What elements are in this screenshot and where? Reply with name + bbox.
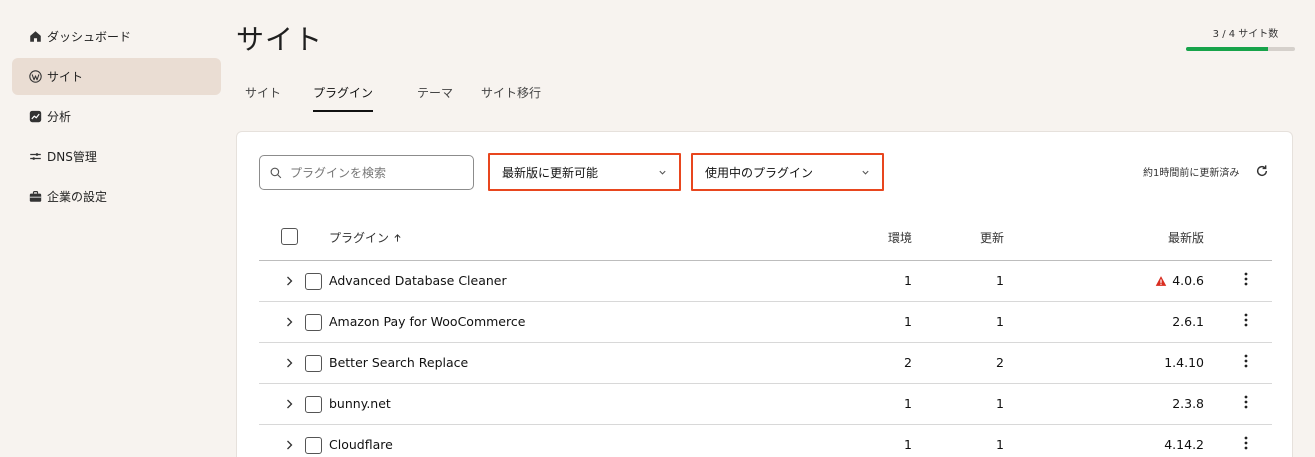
update-filter-select[interactable]: 最新版に更新可能 xyxy=(488,153,681,191)
latest-version: 4.14.2 xyxy=(1164,437,1204,452)
tab-site-migration[interactable]: サイト移行 xyxy=(472,84,550,112)
row-checkbox[interactable] xyxy=(305,437,322,454)
plugins-panel: 最新版に更新可能 使用中のプラグイン 約1時間前に更新済み プラグイン 環境 更… xyxy=(236,131,1293,457)
sidebar-item-company-settings[interactable]: 企業の設定 xyxy=(12,178,221,215)
sidebar-item-label: DNS管理 xyxy=(47,150,97,164)
latest-version: 2.6.1 xyxy=(1172,314,1204,329)
tab-sites[interactable]: サイト xyxy=(236,84,290,112)
quota-label: 3 / 4 サイト数 xyxy=(1212,29,1279,40)
more-actions-icon[interactable] xyxy=(1244,354,1248,368)
env-count: 2 xyxy=(904,355,912,370)
sort-ascending-icon xyxy=(394,234,401,242)
chevron-right-icon[interactable] xyxy=(285,439,294,451)
status-filter-value: 使用中のプラグイン xyxy=(705,165,814,180)
home-icon xyxy=(28,30,42,44)
search-icon xyxy=(270,167,282,178)
tab-plugins[interactable]: プラグイン xyxy=(304,84,382,112)
env-count: 1 xyxy=(904,437,912,452)
column-header-env: 環境 xyxy=(887,231,912,245)
table-row: Better Search Replace 2 2 1.4.10 xyxy=(259,343,1272,384)
more-actions-icon[interactable] xyxy=(1244,272,1248,286)
select-all-checkbox[interactable] xyxy=(281,228,298,245)
env-count: 1 xyxy=(904,396,912,411)
column-header-latest: 最新版 xyxy=(1167,231,1204,245)
env-count: 1 xyxy=(904,273,912,288)
refresh-icon[interactable] xyxy=(1255,164,1269,178)
row-checkbox[interactable] xyxy=(305,355,322,372)
sidebar-item-label: サイト xyxy=(47,70,84,84)
sidebar-item-label: 分析 xyxy=(47,110,72,124)
plugin-name: Better Search Replace xyxy=(329,355,469,370)
plugin-name: Advanced Database Cleaner xyxy=(329,273,507,288)
chevron-down-icon xyxy=(862,170,869,175)
plugin-name: Amazon Pay for WooCommerce xyxy=(329,314,526,329)
update-count: 1 xyxy=(996,437,1004,452)
analytics-icon xyxy=(28,110,42,124)
latest-version: 2.3.8 xyxy=(1172,396,1204,411)
update-count: 1 xyxy=(996,314,1004,329)
chevron-down-icon xyxy=(659,170,666,175)
plugin-name: bunny.net xyxy=(329,396,391,411)
chevron-right-icon[interactable] xyxy=(285,398,294,410)
chevron-right-icon[interactable] xyxy=(285,316,294,328)
plugins-table: プラグイン 環境 更新 最新版 Advanced Database Cleane… xyxy=(259,212,1272,457)
row-checkbox[interactable] xyxy=(305,273,322,290)
column-header-updates: 更新 xyxy=(979,231,1004,245)
column-header-plugin-label: プラグイン xyxy=(329,231,390,245)
sidebar-item-label: 企業の設定 xyxy=(47,190,108,204)
update-count: 1 xyxy=(996,273,1004,288)
update-count: 2 xyxy=(996,355,1004,370)
page-title: サイト xyxy=(236,23,324,56)
update-filter-value: 最新版に更新可能 xyxy=(502,165,599,180)
env-count: 1 xyxy=(904,314,912,329)
chevron-right-icon[interactable] xyxy=(285,357,294,369)
table-row: Advanced Database Cleaner 1 1 4.0.6 xyxy=(259,261,1272,302)
table-row: bunny.net 1 1 2.3.8 xyxy=(259,384,1272,425)
sidebar-item-sites[interactable]: サイト xyxy=(12,58,221,95)
row-checkbox[interactable] xyxy=(305,314,322,331)
sidebar-item-dns[interactable]: DNS管理 xyxy=(12,138,221,175)
tab-themes[interactable]: テーマ xyxy=(408,84,462,112)
latest-version-label: 4.0.6 xyxy=(1172,273,1204,288)
table-row: Amazon Pay for WooCommerce 1 1 2.6.1 xyxy=(259,302,1272,343)
search-box xyxy=(259,155,474,190)
chevron-right-icon[interactable] xyxy=(285,275,294,287)
sidebar-item-analytics[interactable]: 分析 xyxy=(12,98,221,135)
latest-version: 4.0.6 xyxy=(1155,273,1204,288)
update-count: 1 xyxy=(996,396,1004,411)
warning-icon xyxy=(1155,275,1167,286)
sidebar: ダッシュボード サイト 分析 DNS管理 企業の設定 xyxy=(12,18,221,218)
search-input[interactable] xyxy=(290,165,460,180)
quota-progress-bar xyxy=(1186,47,1295,51)
column-header-plugin[interactable]: プラグイン xyxy=(329,229,402,246)
status-filter-select[interactable]: 使用中のプラグイン xyxy=(691,153,884,191)
sidebar-item-label: ダッシュボード xyxy=(47,30,132,44)
table-header: プラグイン 環境 更新 最新版 xyxy=(259,212,1272,261)
sidebar-item-dashboard[interactable]: ダッシュボード xyxy=(12,18,221,55)
last-updated-text: 約1時間前に更新済み xyxy=(1143,168,1240,179)
quota-progress-fill xyxy=(1186,47,1268,51)
tab-bar: サイト プラグイン テーマ サイト移行 xyxy=(236,84,550,112)
wordpress-icon xyxy=(28,70,42,84)
dns-icon xyxy=(28,150,42,164)
more-actions-icon[interactable] xyxy=(1244,313,1248,327)
row-checkbox[interactable] xyxy=(305,396,322,413)
latest-version: 1.4.10 xyxy=(1164,355,1204,370)
plugin-name: Cloudflare xyxy=(329,437,393,452)
briefcase-icon xyxy=(28,190,42,204)
table-row: Cloudflare 1 1 4.14.2 xyxy=(259,425,1272,457)
more-actions-icon[interactable] xyxy=(1244,436,1248,450)
more-actions-icon[interactable] xyxy=(1244,395,1248,409)
site-quota: 3 / 4 サイト数 xyxy=(1186,25,1295,51)
